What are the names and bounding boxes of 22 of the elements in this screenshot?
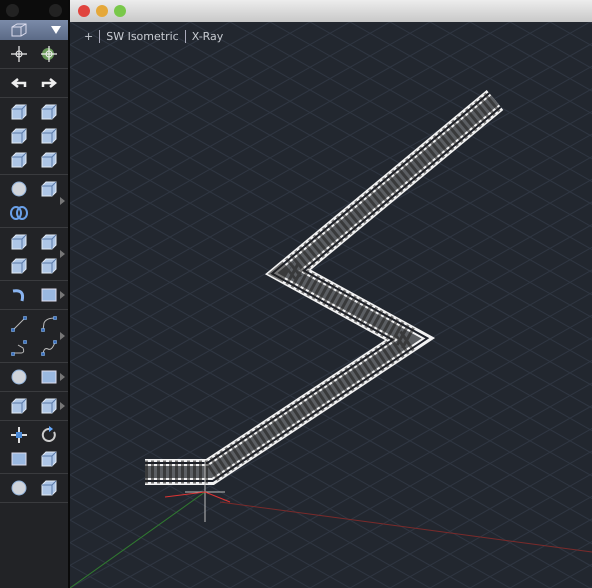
crosshair-tool-icon[interactable] [8,43,30,65]
globe-crosshair-tool-icon[interactable] [38,43,60,65]
spline-tool-icon[interactable] [38,337,60,359]
polyline-tool-icon[interactable] [38,313,60,335]
flyout-arrow-icon[interactable] [60,402,65,410]
move-tool-icon[interactable] [8,424,30,446]
flyout-arrow-icon[interactable] [60,373,65,381]
dropdown-icon [50,25,62,35]
flyout-arrow-icon[interactable] [60,332,65,340]
view-control[interactable]: SW Isometric [106,30,179,43]
ucs-crosshair-icon [164,462,230,522]
close-button[interactable] [78,5,90,17]
flyout-arrow-icon[interactable] [60,250,65,258]
view-control[interactable]: X-Ray [192,30,224,43]
hook-tool-icon[interactable] [8,337,30,359]
line-tool-icon[interactable] [8,313,30,335]
cube-icon [10,22,28,38]
flyout-arrow-icon[interactable] [60,197,65,205]
flyout-arrow-icon[interactable] [60,291,65,299]
view-selector[interactable] [0,20,68,40]
3d-viewport[interactable]: + SW Isometric X-Ray [70,22,592,588]
view-control[interactable]: + [84,30,94,43]
